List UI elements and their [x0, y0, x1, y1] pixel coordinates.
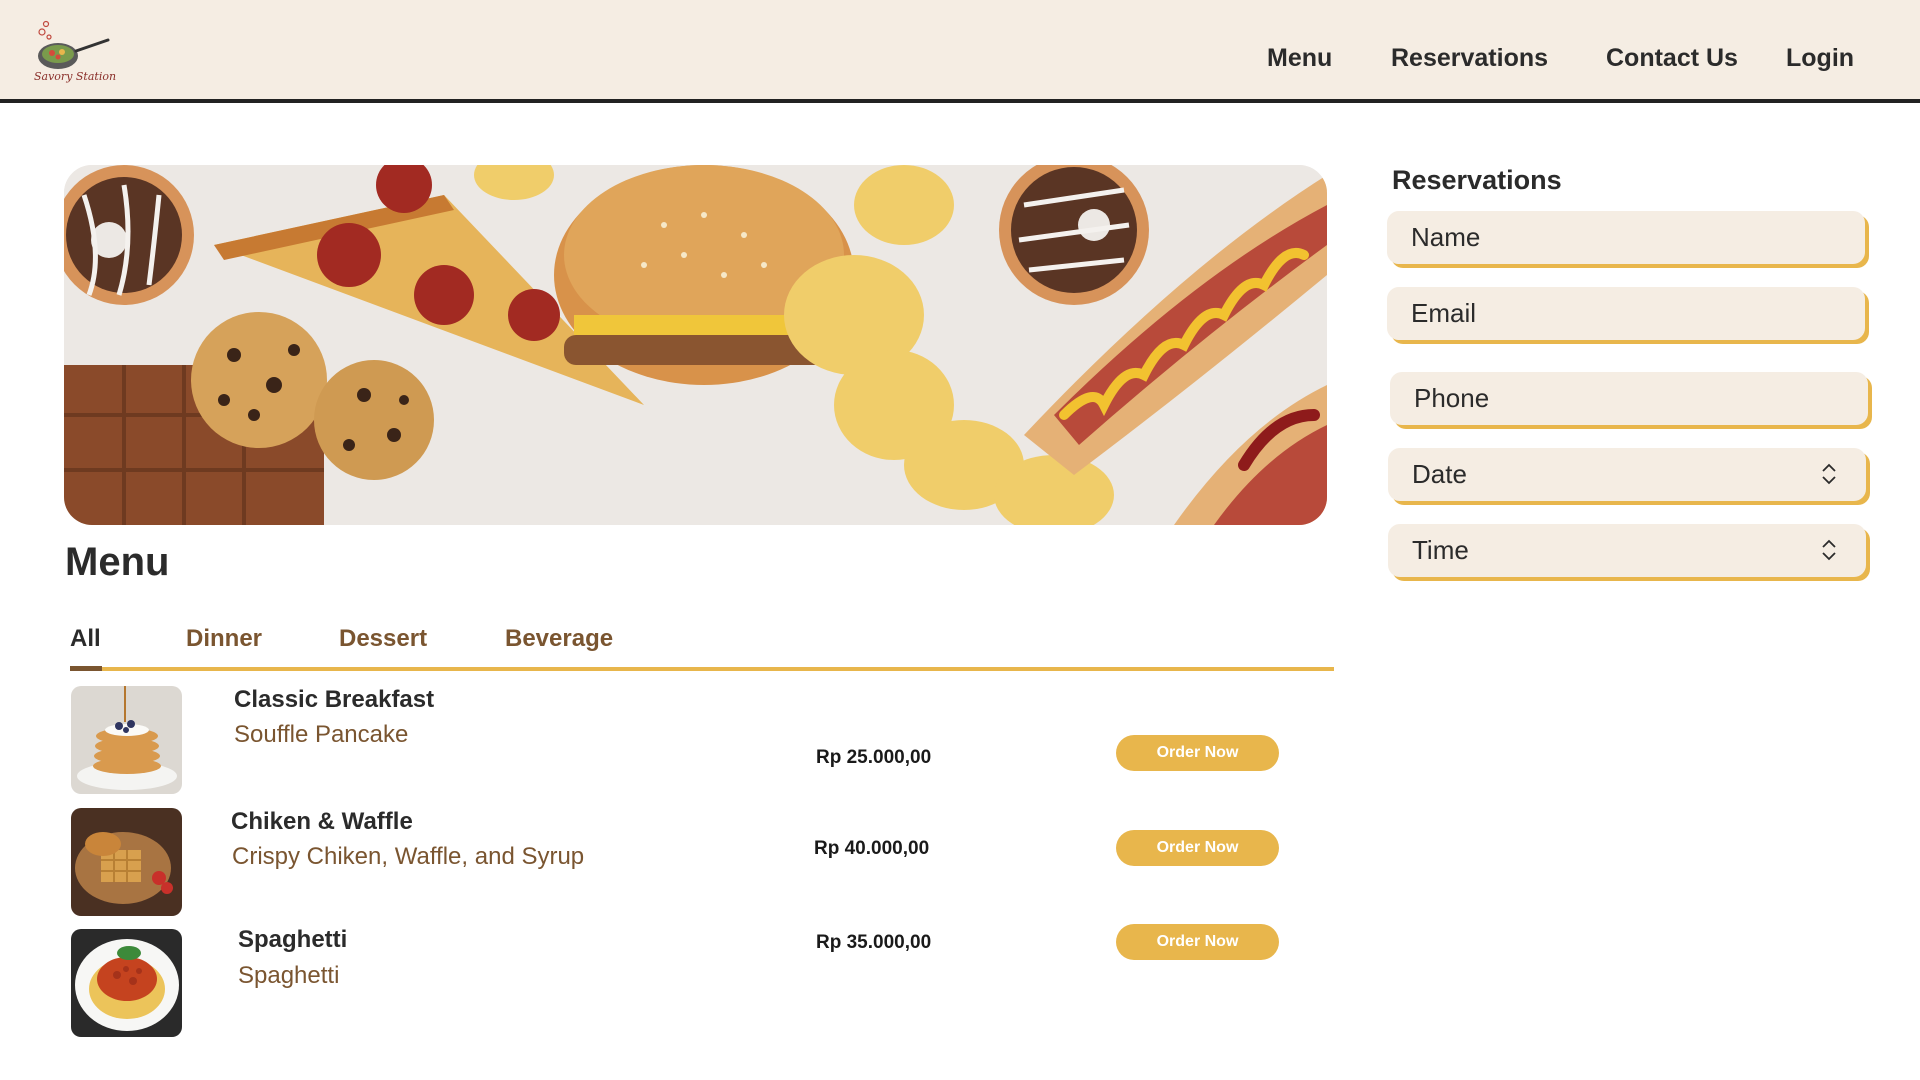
up-down-chevron-icon [1822, 539, 1836, 561]
active-tab-indicator [70, 666, 102, 671]
item-name: Classic Breakfast [234, 686, 435, 713]
up-down-chevron-icon [1822, 463, 1836, 485]
menu-title: Menu [65, 540, 170, 584]
item-name: Spaghetti [238, 926, 348, 953]
tab-dessert[interactable]: Dessert [339, 625, 427, 653]
time-select-label: Time [1412, 535, 1469, 565]
date-select[interactable]: Date [1388, 448, 1866, 501]
nav-reservations[interactable]: Reservations [1391, 44, 1548, 73]
hero-food-image [64, 165, 1327, 525]
name-field[interactable]: Name [1387, 211, 1865, 264]
site-header: Savory Station Menu Reservations Contact… [0, 0, 1920, 103]
order-now-button[interactable]: Order Now [1116, 735, 1279, 771]
name-field-label: Name [1411, 222, 1481, 252]
tab-dinner[interactable]: Dinner [186, 625, 262, 653]
nav-login[interactable]: Login [1786, 44, 1854, 73]
phone-field[interactable]: Phone [1390, 372, 1868, 425]
item-name: Chiken & Waffle [231, 808, 413, 835]
order-now-button[interactable]: Order Now [1116, 924, 1279, 960]
item-description: Spaghetti [238, 962, 340, 989]
item-price: Rp 40.000,00 [814, 838, 930, 859]
email-field-label: Email [1411, 298, 1477, 328]
reservations-title: Reservations [1392, 165, 1562, 195]
nav-contact-us[interactable]: Contact Us [1606, 44, 1738, 73]
item-description: Crispy Chiken, Waffle, and Syrup [232, 843, 585, 870]
nav-menu[interactable]: Menu [1267, 44, 1332, 73]
time-select[interactable]: Time [1388, 524, 1866, 577]
tab-beverage[interactable]: Beverage [505, 625, 613, 653]
email-field[interactable]: Email [1387, 287, 1865, 340]
item-description: Souffle Pancake [234, 721, 409, 748]
tab-divider [70, 667, 1334, 671]
item-price: Rp 25.000,00 [816, 747, 932, 768]
logo-text: Savory Station [34, 70, 117, 83]
date-select-label: Date [1412, 459, 1467, 489]
item-price: Rp 35.000,00 [816, 932, 932, 953]
chicken-waffle-image [71, 808, 182, 916]
tab-all[interactable]: All [70, 625, 101, 653]
order-now-button[interactable]: Order Now [1116, 830, 1279, 866]
spaghetti-image [71, 929, 182, 1037]
phone-field-label: Phone [1414, 383, 1490, 413]
pancake-image [71, 686, 182, 794]
